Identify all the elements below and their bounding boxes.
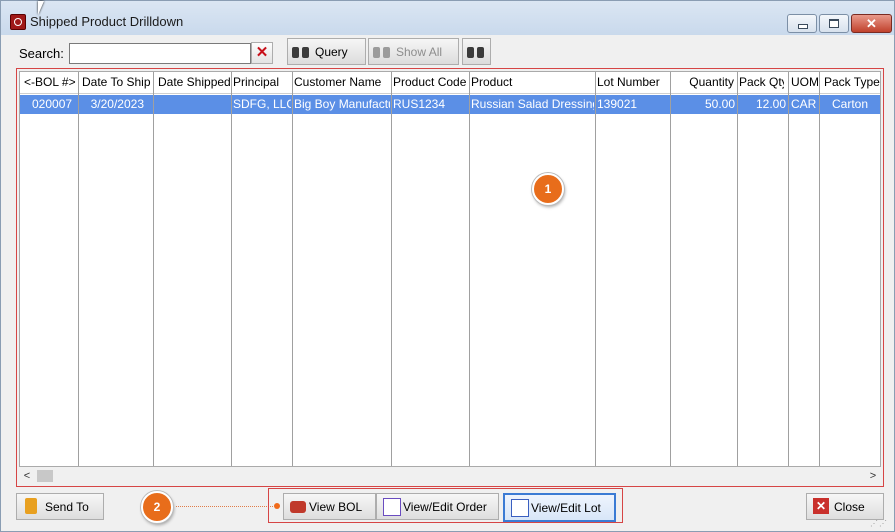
binoculars-clear-icon bbox=[373, 43, 391, 59]
grid-highlight-frame: <-BOL #> Date To Ship Date Shipped Princ… bbox=[16, 68, 884, 487]
view-edit-lot-button[interactable]: View/Edit Lot bbox=[503, 493, 616, 522]
scroll-right-arrow-icon[interactable]: > bbox=[865, 468, 881, 484]
clear-x-icon: ✕ bbox=[255, 44, 269, 61]
column-header-lot-number[interactable]: Lot Number bbox=[597, 72, 669, 93]
order-edit-icon bbox=[383, 498, 401, 516]
cell-date-to-ship: 3/20/2023 bbox=[90, 97, 144, 111]
column-header-uom[interactable]: UOM bbox=[791, 72, 818, 93]
clear-search-button[interactable]: ✕ bbox=[251, 42, 273, 64]
close-window-button[interactable]: ✕ bbox=[851, 14, 892, 33]
column-header-quantity[interactable]: Quantity bbox=[672, 72, 734, 93]
close-icon: ✕ bbox=[813, 498, 829, 514]
advanced-search-button[interactable] bbox=[462, 38, 491, 65]
cell-lot-number: 139021 bbox=[597, 97, 638, 111]
cell-product-code: RUS1234 bbox=[393, 97, 446, 111]
column-header-customer-name[interactable]: Customer Name bbox=[294, 72, 390, 93]
column-header-pack-qty[interactable]: Pack Qty bbox=[739, 72, 784, 93]
truck-icon bbox=[290, 501, 306, 513]
maximize-button[interactable] bbox=[819, 14, 849, 33]
column-header-product-code[interactable]: Product Code bbox=[393, 72, 468, 93]
window-title: Shipped Product Drilldown bbox=[30, 14, 184, 29]
column-header-date-to-ship[interactable]: Date To Ship bbox=[82, 72, 152, 93]
cell-bol: 020007 bbox=[32, 97, 73, 111]
view-bol-button[interactable]: View BOL bbox=[283, 493, 376, 520]
shipped-products-grid[interactable]: <-BOL #> Date To Ship Date Shipped Princ… bbox=[19, 71, 881, 467]
callout-leader-line bbox=[176, 506, 273, 507]
callout-badge-1: 1 bbox=[532, 173, 564, 205]
column-header-date-shipped[interactable]: Date Shipped bbox=[158, 72, 230, 93]
send-to-button[interactable]: Send To bbox=[16, 493, 104, 520]
minimize-button[interactable] bbox=[787, 14, 817, 33]
cell-pack-qty: 12.00 bbox=[755, 97, 786, 111]
search-label: Search: bbox=[19, 46, 64, 61]
callout-badge-2: 2 bbox=[141, 491, 173, 523]
column-header-principal[interactable]: Principal bbox=[233, 72, 291, 93]
horizontal-scrollbar[interactable]: < > bbox=[19, 468, 881, 484]
cell-principal: SDFG, LLC bbox=[233, 97, 291, 111]
lot-edit-icon bbox=[511, 499, 529, 517]
scroll-thumb[interactable] bbox=[37, 470, 53, 482]
mouse-cursor-icon bbox=[38, 1, 50, 15]
app-icon bbox=[10, 14, 26, 30]
cell-pack-type: Carton bbox=[831, 97, 869, 111]
scroll-left-arrow-icon[interactable]: < bbox=[19, 468, 35, 484]
binoculars-star-icon bbox=[467, 43, 485, 59]
cell-product: Russian Salad Dressing bbox=[471, 97, 594, 111]
resize-grip-icon[interactable]: ⋰⋰ bbox=[870, 519, 888, 528]
view-edit-order-button[interactable]: View/Edit Order bbox=[376, 493, 499, 520]
column-header-pack-type[interactable]: Pack Type bbox=[824, 72, 880, 93]
title-bar: Shipped Product Drilldown ✕ bbox=[1, 1, 894, 35]
cell-uom: CAR bbox=[791, 97, 817, 111]
shipped-product-drilldown-window: Shipped Product Drilldown ✕ Search: ✕ Qu… bbox=[0, 0, 895, 532]
column-header-bol[interactable]: <-BOL #> bbox=[24, 72, 77, 93]
search-input[interactable] bbox=[69, 43, 251, 64]
cell-customer-name: Big Boy Manufacturi bbox=[294, 97, 390, 111]
column-header-product[interactable]: Product bbox=[471, 72, 594, 93]
query-button[interactable]: Query bbox=[287, 38, 366, 65]
cell-date-shipped bbox=[158, 95, 230, 114]
close-button[interactable]: ✕ Close bbox=[806, 493, 884, 520]
show-all-button[interactable]: Show All bbox=[368, 38, 459, 65]
cell-quantity: 50.00 bbox=[704, 97, 735, 111]
send-to-icon bbox=[25, 498, 37, 514]
binoculars-icon bbox=[292, 43, 310, 59]
